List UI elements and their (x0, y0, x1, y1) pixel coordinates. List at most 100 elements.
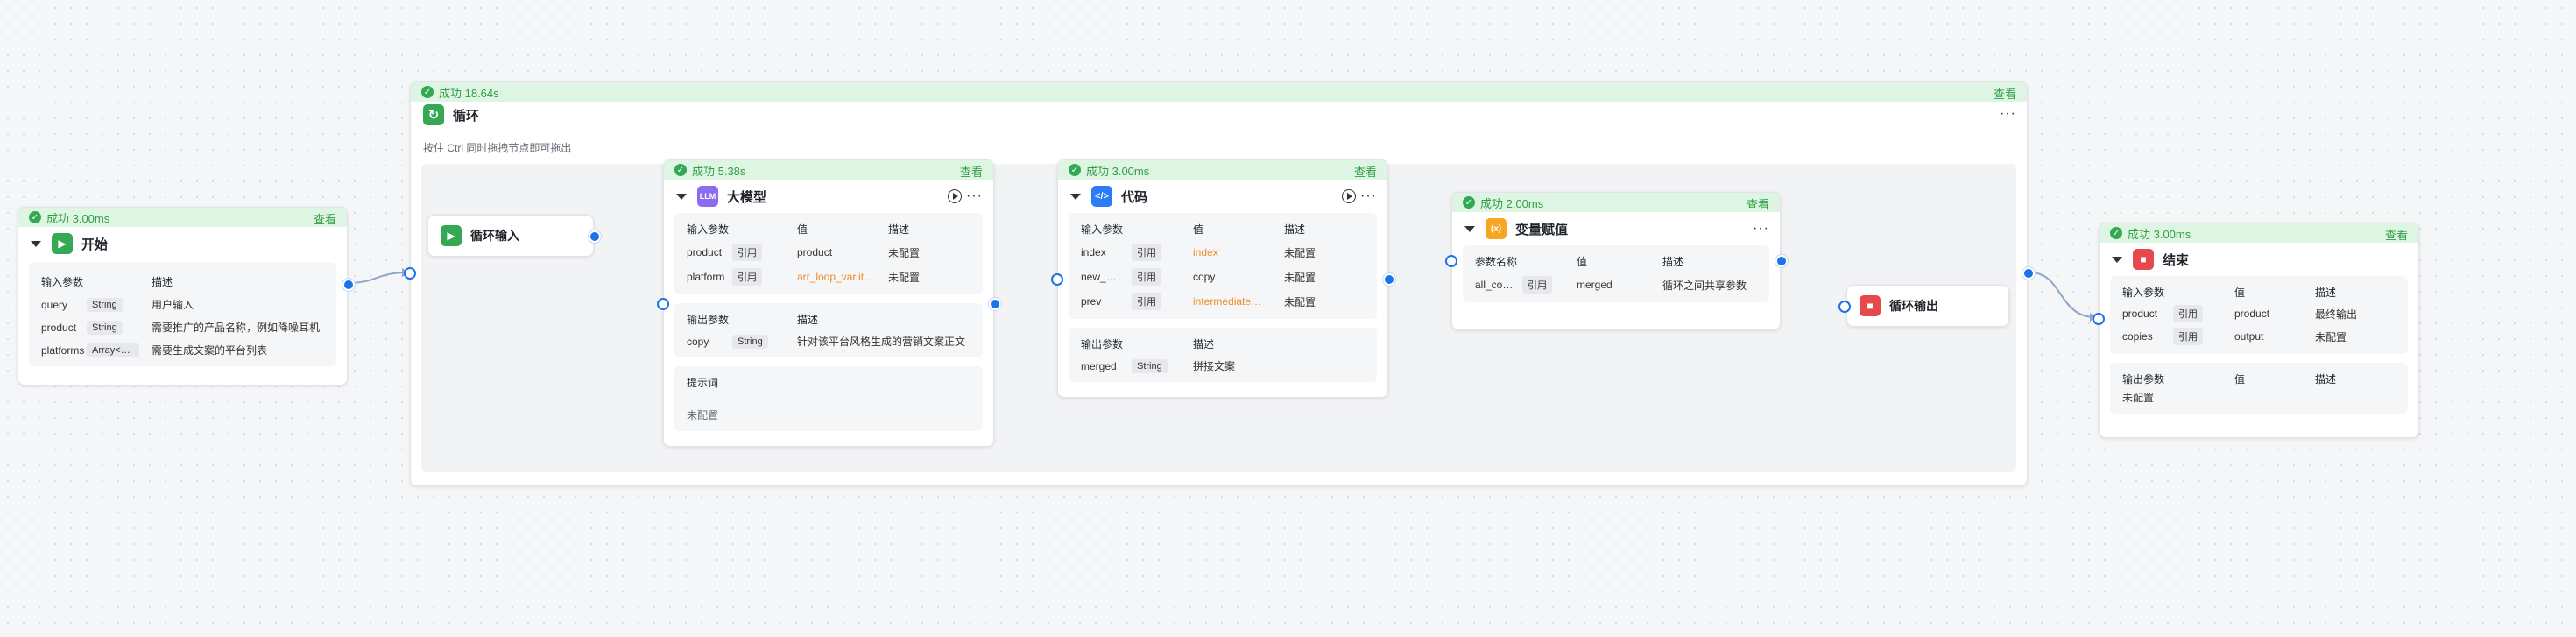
param-name: new_copy (1081, 271, 1119, 283)
output-value: 未配置 (2122, 392, 2155, 404)
param-name: prev (1081, 295, 1102, 308)
loop-hint: 按住 Ctrl 同时拖拽节点即可拖出 (423, 142, 572, 154)
code-node[interactable]: ✓ 成功 3.00ms 查看 </> 代码 ··· 输入参数 值 描述 inde… (1057, 159, 1388, 398)
param-name: product (2122, 308, 2158, 320)
end-input-port[interactable] (2093, 313, 2105, 325)
stop-icon: ■ (2133, 249, 2154, 270)
view-link[interactable]: 查看 (960, 163, 983, 180)
start-node[interactable]: ✓ 成功 3.00ms 查看 ▶ 开始 输入参数 描述 query String… (18, 207, 348, 386)
variable-icon: (x) (1486, 218, 1507, 239)
header-param-name: 参数名称 (1475, 256, 1518, 268)
assign-input-port[interactable] (1445, 255, 1457, 267)
view-link[interactable]: 查看 (1994, 85, 2016, 102)
ref-badge: 引用 (2173, 305, 2203, 322)
header-desc: 描述 (2315, 373, 2337, 386)
code-output-port[interactable] (1383, 273, 1395, 286)
llm-status-bar: ✓ 成功 5.38s 查看 (664, 160, 993, 180)
more-icon[interactable]: ··· (1360, 188, 1377, 204)
param-name: merged (1081, 359, 1117, 372)
check-icon: ✓ (2110, 227, 2122, 239)
code-icon: </> (1091, 186, 1112, 207)
param-desc: 用户输入 (152, 299, 194, 311)
llm-input-port[interactable] (657, 298, 669, 310)
end-status-bar: ✓ 成功 3.00ms 查看 (2100, 223, 2418, 243)
param-value: arr_loop_var.item (797, 271, 876, 283)
more-icon[interactable]: ··· (1753, 221, 1769, 237)
view-link[interactable]: 查看 (1747, 195, 1769, 212)
input-params-section: 输入参数 值 描述 index 引用 index 未配置 new_copy 引用… (1069, 213, 1377, 319)
view-link[interactable]: 查看 (314, 210, 336, 227)
type-badge: String (1132, 358, 1168, 373)
check-icon: ✓ (421, 86, 434, 98)
collapse-icon[interactable] (2112, 256, 2122, 263)
node-title: 大模型 (727, 189, 767, 205)
param-name: product (687, 246, 723, 258)
ref-badge: 引用 (1132, 244, 1161, 261)
loop-input-node[interactable]: ▶ 循环输入 (427, 215, 594, 257)
param-desc: 未配置 (2315, 330, 2347, 343)
more-icon[interactable]: ··· (2000, 106, 2016, 122)
stop-icon: ■ (1860, 295, 1881, 316)
param-value: product (797, 246, 833, 258)
node-title: 结束 (2163, 252, 2190, 268)
param-name: query (41, 298, 68, 311)
llm-output-port[interactable] (989, 298, 1001, 310)
loop-output-input-port[interactable] (1838, 301, 1851, 313)
check-icon: ✓ (1463, 196, 1475, 209)
loop-output-port[interactable] (2022, 267, 2035, 280)
param-desc: 最终输出 (2315, 308, 2358, 321)
param-value: merged (1577, 279, 1613, 291)
loop-input-port[interactable] (404, 267, 416, 280)
prompt-value: 未配置 (687, 409, 719, 421)
view-link[interactable]: 查看 (2385, 226, 2408, 243)
run-icon[interactable] (1342, 189, 1356, 203)
param-value: intermediate_list (1193, 295, 1267, 308)
end-node[interactable]: ✓ 成功 3.00ms 查看 ■ 结束 输入参数 值 描述 product 引用… (2099, 223, 2419, 438)
status-text: 成功 18.64s (439, 86, 499, 100)
start-output-port[interactable] (342, 279, 355, 291)
llm-node[interactable]: ✓ 成功 5.38s 查看 LLM 大模型 ··· 输入参数 值 描述 prod… (663, 159, 994, 447)
collapse-icon[interactable] (31, 240, 41, 247)
header-desc: 描述 (888, 223, 910, 236)
header-value: 值 (2234, 287, 2246, 299)
param-desc: 未配置 (1284, 295, 1316, 308)
assign-node[interactable]: ✓ 成功 2.00ms 查看 (x) 变量赋值 ··· 参数名称 值 描述 al… (1451, 192, 1781, 330)
param-name: index (1081, 246, 1106, 258)
header-input-params: 输入参数 (41, 276, 84, 288)
param-desc: 未配置 (888, 246, 921, 259)
ref-badge: 引用 (1132, 293, 1161, 310)
collapse-icon[interactable] (1070, 193, 1081, 200)
llm-icon: LLM (697, 186, 718, 207)
status-text: 成功 3.00ms (46, 211, 110, 225)
type-badge: Array<String> (87, 343, 139, 357)
loop-output-node[interactable]: ■ 循环输出 (1846, 285, 2009, 327)
param-name: all_copies (1475, 279, 1514, 291)
node-title: 循环 (453, 108, 480, 124)
header-value: 值 (1577, 256, 1588, 268)
output-params-section: 输出参数 描述 copy String 针对该平台风格生成的营销文案正文 (674, 303, 983, 357)
assign-params-section: 参数名称 值 描述 all_copies 引用 merged 循环之间共享参数 (1463, 245, 1769, 302)
header-output-params: 输出参数 (687, 314, 730, 326)
header-desc: 描述 (1284, 223, 1306, 236)
play-icon: ▶ (52, 233, 73, 254)
view-link[interactable]: 查看 (1354, 163, 1377, 180)
node-title: 开始 (81, 237, 109, 252)
node-title: 循环输出 (1889, 299, 1938, 313)
param-value: product (2234, 308, 2270, 320)
code-status-bar: ✓ 成功 3.00ms 查看 (1058, 160, 1387, 180)
header-output-params: 输出参数 (2122, 373, 2165, 386)
loop-input-output-port[interactable] (589, 230, 601, 243)
param-name: copies (2122, 330, 2153, 343)
assign-output-port[interactable] (1775, 255, 1788, 267)
more-icon[interactable]: ··· (966, 188, 983, 204)
input-params-section: 输入参数 值 描述 product 引用 product 未配置 platfor… (674, 213, 983, 294)
header-output-params: 输出参数 (1081, 338, 1124, 350)
run-icon[interactable] (948, 189, 962, 203)
collapse-icon[interactable] (676, 193, 687, 200)
collapse-icon[interactable] (1464, 225, 1475, 232)
header-desc: 描述 (1193, 338, 1215, 350)
header-input-params: 输入参数 (2122, 287, 2165, 299)
status-text: 成功 5.38s (692, 164, 746, 178)
check-icon: ✓ (29, 211, 41, 223)
code-input-port[interactable] (1051, 273, 1063, 286)
